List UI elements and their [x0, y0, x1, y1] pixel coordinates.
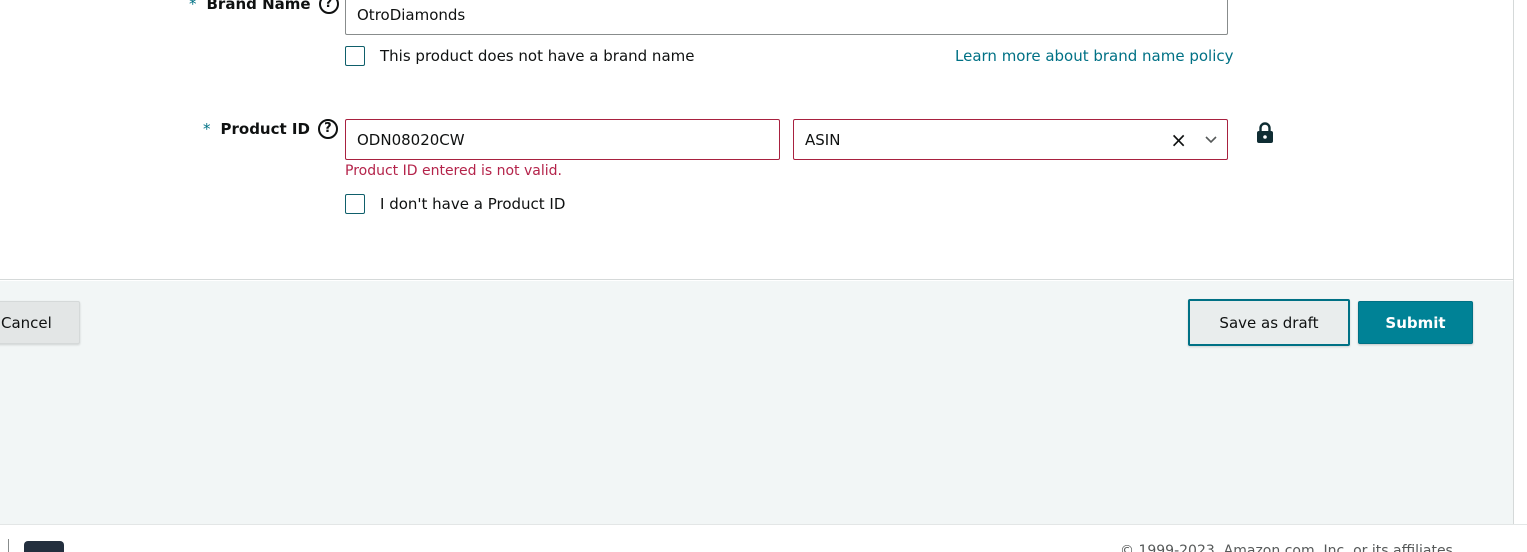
help-icon[interactable]: ? [318, 0, 339, 14]
product-id-error: Product ID entered is not valid. [345, 163, 562, 179]
no-brand-checkbox-row[interactable]: This product does not have a brand name [345, 46, 694, 66]
no-product-id-checkbox-row[interactable]: I don't have a Product ID [345, 194, 565, 214]
no-product-id-label: I don't have a Product ID [380, 195, 566, 213]
page-footer: © 1999-2023, Amazon.com, Inc. or its aff… [0, 524, 1527, 552]
help-icon[interactable]: ? [317, 119, 338, 139]
product-id-input[interactable]: ODN08020CW [345, 119, 780, 160]
copyright-text: © 1999-2023, Amazon.com, Inc. or its aff… [1120, 543, 1453, 552]
close-icon[interactable]: × [1170, 128, 1187, 152]
no-brand-label: This product does not have a brand name [380, 47, 695, 65]
product-id-type-select[interactable]: ASIN × [793, 119, 1228, 160]
listing-form: * Brand Name ? OtroDiamonds This product… [0, 0, 1513, 280]
scrollbar[interactable] [1513, 0, 1527, 524]
brand-name-label: * Brand Name ? [189, 0, 339, 14]
required-star: * [203, 120, 211, 138]
save-draft-button[interactable]: Save as draft [1188, 299, 1350, 346]
brand-policy-link[interactable]: Learn more about brand name policy [955, 47, 1234, 65]
required-star: * [189, 0, 197, 13]
submit-button[interactable]: Submit [1358, 301, 1473, 344]
logo-icon [24, 541, 64, 552]
footer-divider [8, 539, 9, 552]
no-product-id-checkbox[interactable] [345, 194, 365, 214]
brand-name-input[interactable]: OtroDiamonds [345, 0, 1228, 35]
no-brand-checkbox[interactable] [345, 46, 365, 66]
product-id-label: * Product ID ? [203, 119, 338, 139]
cancel-button[interactable]: Cancel [0, 301, 80, 344]
chevron-down-icon[interactable] [1205, 133, 1217, 145]
lock-icon [1257, 122, 1273, 143]
